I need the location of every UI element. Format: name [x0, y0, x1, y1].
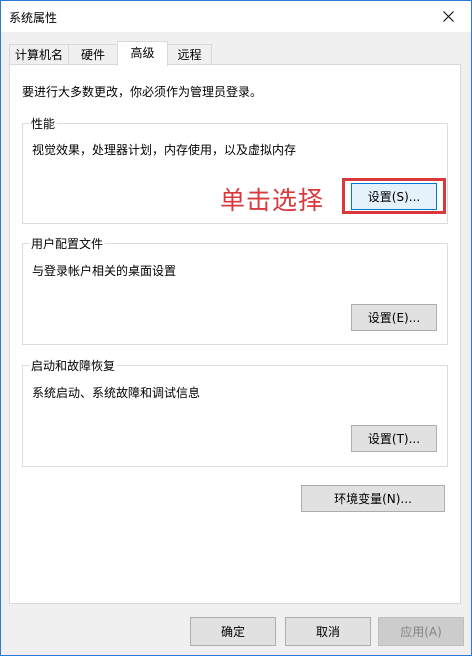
environment-variables-button[interactable]: 环境变量(N)... [301, 485, 445, 512]
user-profiles-settings-button[interactable]: 设置(E)... [351, 304, 437, 331]
ok-button[interactable]: 确定 [190, 617, 276, 646]
performance-description: 视觉效果，处理器计划，内存使用，以及虚拟内存 [32, 143, 297, 157]
window-title: 系统属性 [9, 11, 58, 25]
startup-recovery-settings-button[interactable]: 设置(T)... [351, 425, 437, 452]
annotation-click-select: 单击选择 [220, 186, 325, 215]
title-bar[interactable]: 系统属性 [1, 1, 471, 32]
startup-recovery-description: 系统启动、系统故障和调试信息 [32, 386, 201, 400]
close-button[interactable] [425, 1, 471, 32]
startup-recovery-label: 启动和故障恢复 [29, 357, 118, 374]
annotation-highlight-box [342, 178, 446, 214]
tab-hardware[interactable]: 硬件 [68, 44, 118, 64]
tab-computer-name[interactable]: 计算机名 [9, 44, 69, 64]
tab-remote[interactable]: 远程 [167, 44, 212, 64]
cancel-button[interactable]: 取消 [285, 617, 371, 646]
close-icon [442, 11, 454, 22]
system-properties-window: 系统属性 计算机名 硬件 高级 远程 要进行大多数更改，你必须作为管理员登录。 … [0, 0, 472, 656]
tab-advanced[interactable]: 高级 [117, 41, 168, 66]
user-profiles-label: 用户配置文件 [29, 235, 106, 252]
admin-notice: 要进行大多数更改，你必须作为管理员登录。 [22, 85, 263, 99]
apply-button[interactable]: 应用(A) [378, 617, 464, 646]
performance-label: 性能 [29, 115, 58, 132]
user-profiles-description: 与登录帐户相关的桌面设置 [32, 264, 177, 278]
